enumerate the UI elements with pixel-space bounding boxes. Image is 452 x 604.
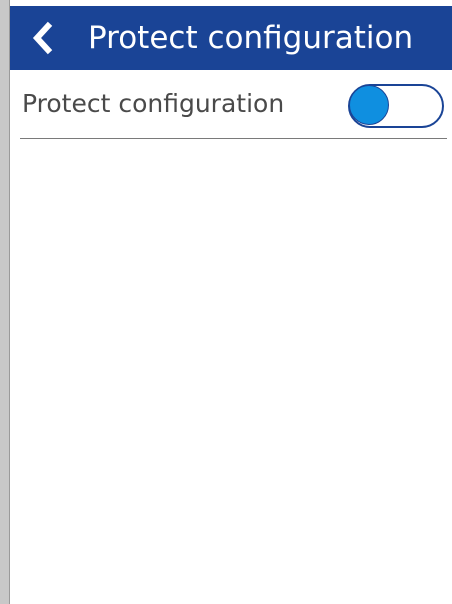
toggle-knob	[349, 85, 389, 125]
screen: Protect configuration Protect configurat…	[9, 0, 452, 604]
header-bar: Protect configuration	[10, 6, 452, 70]
protect-configuration-toggle[interactable]	[348, 84, 444, 128]
protect-configuration-label: Protect configuration	[22, 89, 285, 118]
back-button[interactable]	[20, 16, 64, 60]
page-title: Protect configuration	[88, 20, 414, 56]
chevron-left-icon	[32, 21, 53, 55]
row-divider	[20, 138, 447, 139]
